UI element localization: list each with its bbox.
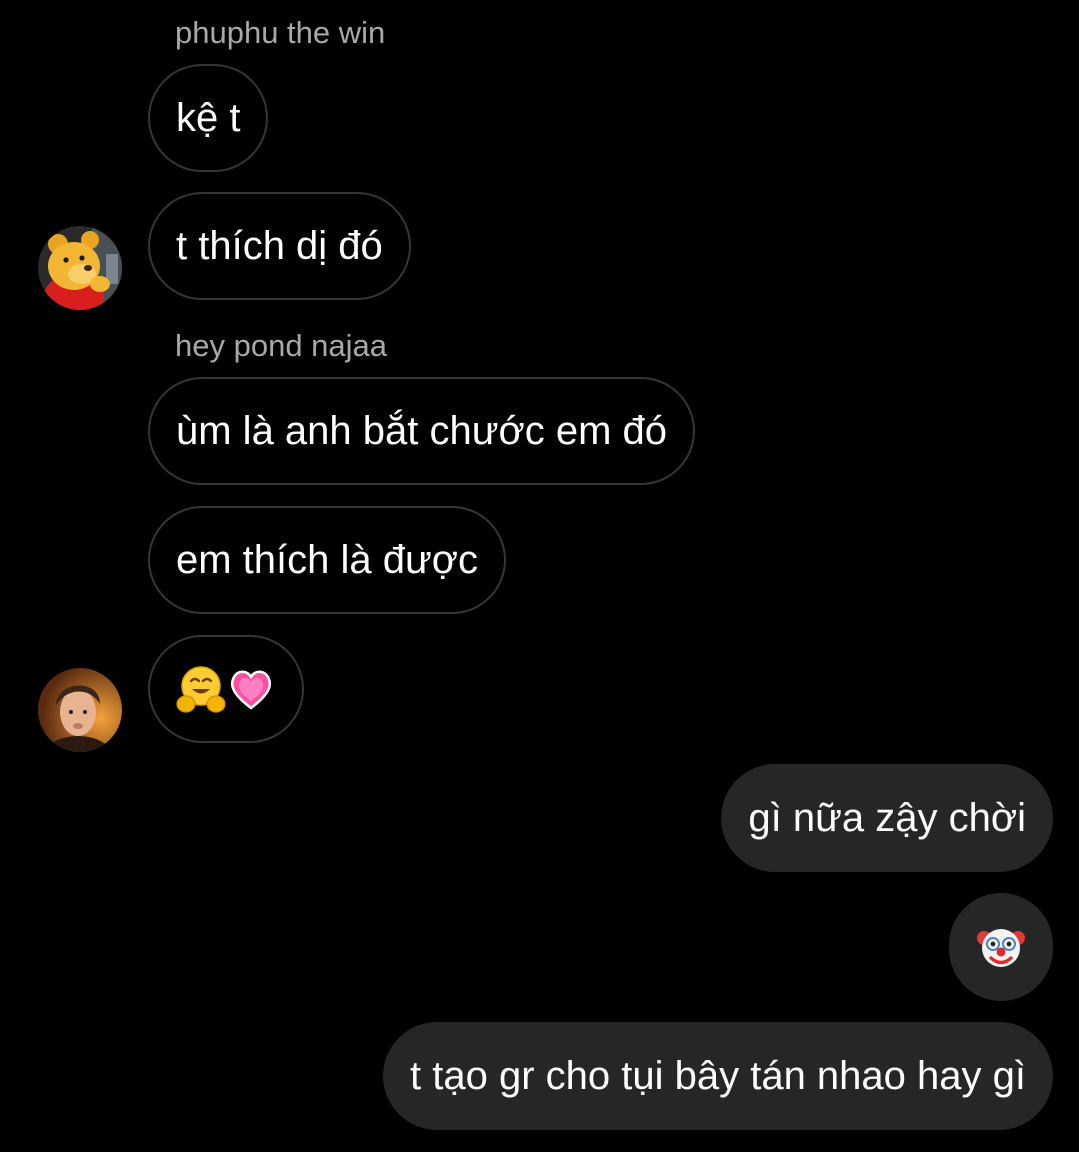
winnie-the-pooh-avatar[interactable] (38, 226, 122, 310)
message-text: t tạo gr cho tụi bây tán nhao hay gì (410, 1053, 1026, 1098)
message-bubble-incoming[interactable]: ùm là anh bắt chước em đó (148, 377, 696, 485)
message-bubble-incoming[interactable]: t thích dị đó (148, 192, 411, 300)
sender-name: phuphu the win (175, 15, 386, 50)
message-bubble-outgoing[interactable]: t tạo gr cho tụi bây tán nhao hay gì (383, 1022, 1053, 1130)
hugging-face-icon (176, 664, 226, 714)
sender-name: hey pond najaa (175, 328, 388, 363)
message-text: ùm là anh bắt chước em đó (176, 408, 668, 453)
message-bubble-incoming[interactable]: kệ t (148, 64, 269, 172)
message-text: kệ t (176, 95, 241, 140)
emoji-bubble-outgoing[interactable] (949, 893, 1053, 1001)
message-bubble-outgoing[interactable]: gì nữa zậy chời (721, 764, 1053, 872)
message-text: em thích là được (176, 537, 479, 582)
emoji-bubble-incoming[interactable] (148, 635, 304, 743)
message-text: gì nữa zậy chời (748, 795, 1026, 840)
growing-heart-icon (226, 664, 276, 714)
message-bubble-incoming[interactable]: em thích là được (148, 506, 507, 614)
message-text: t thích dị đó (176, 223, 383, 268)
person-photo-avatar[interactable] (38, 668, 122, 752)
clown-face-icon (976, 922, 1026, 972)
